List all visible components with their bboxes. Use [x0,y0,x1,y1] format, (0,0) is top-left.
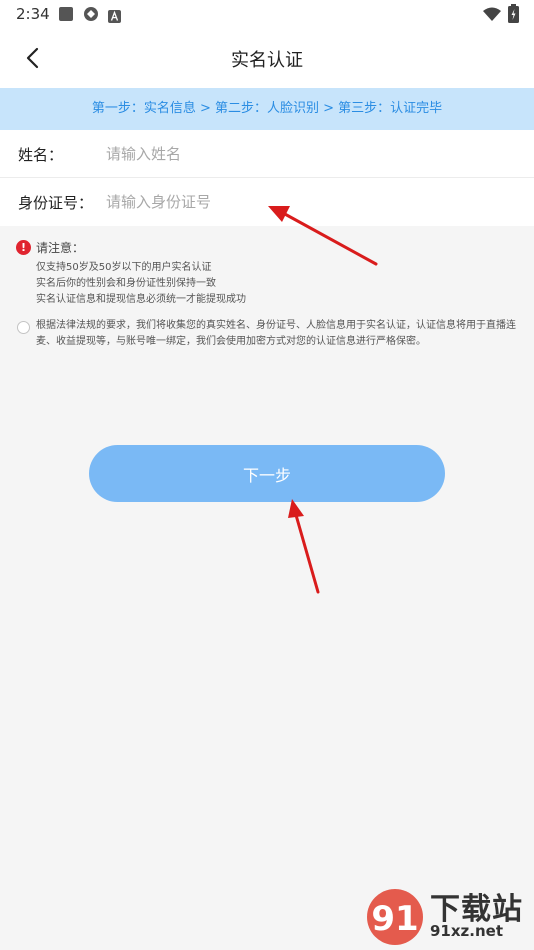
watermark: 91 下载站 91xz.net [358,884,534,950]
arrow-to-next-button [294,513,320,594]
notice-title: 请注意： [36,241,85,255]
notice-lines: 仅支持50岁及50岁以下的用户实名认证 实名后你的性别会和身份证性别保持一致 实… [36,260,246,308]
notice-line: 实名后你的性别会和身份证性别保持一致 [36,278,216,289]
svg-text:91: 91 [371,899,418,939]
agreement-text: 根据法律法规的要求，我们将收集您的真实姓名、身份证号、人脸信息用于实名认证，认证… [36,320,516,347]
exclamation-icon: ! [16,240,31,255]
notice-line: 实名认证信息和提现信息必须统一才能提现成功 [36,294,246,305]
identity-form: 姓名： 身份证号： [0,130,534,226]
steps-banner: 第一步：实名信息 > 第二步：人脸识别 > 第三步：认证完毕 [0,88,534,130]
id-number-label: 身份证号： [18,194,94,212]
header: 实名认证 [0,28,534,88]
id-number-row: 身份证号： [0,178,534,226]
next-step-button[interactable]: 下一步 [89,445,445,502]
id-number-input[interactable] [106,186,506,218]
watermark-logo-icon: 91 [367,889,423,945]
status-time: 2:34 [16,5,50,23]
a-icon [108,8,121,23]
name-label: 姓名： [18,146,64,164]
page-title: 实名认证 [231,50,303,71]
status-bar: 2:34 [0,0,534,28]
wifi-icon [482,6,502,22]
notice-line: 仅支持50岁及50岁以下的用户实名认证 [36,262,212,273]
app-icon [83,6,99,22]
name-row: 姓名： [0,130,534,178]
watermark-url: 91xz.net [430,922,504,940]
battery-icon [508,4,519,23]
square-icon [58,6,74,22]
agreement-radio[interactable] [17,321,30,334]
name-input[interactable] [106,138,506,170]
